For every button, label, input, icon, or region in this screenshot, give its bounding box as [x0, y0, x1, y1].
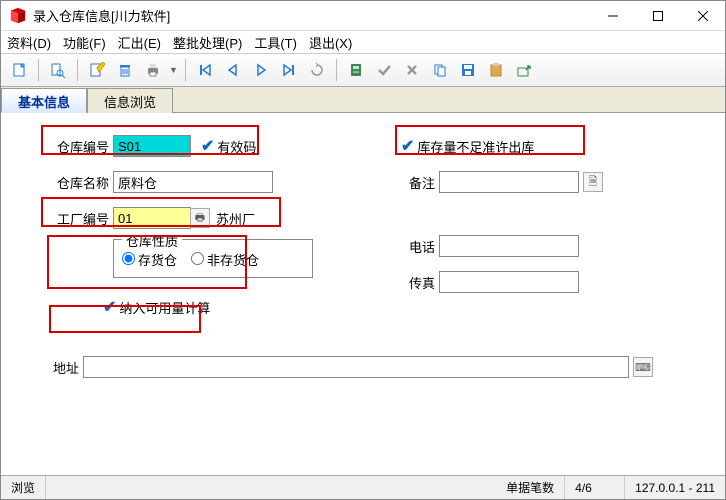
checkbox-include-calc[interactable]: 纳入可用量计算 — [119, 298, 210, 317]
check-icon[interactable]: ✔ — [201, 136, 214, 156]
menu-batch[interactable]: 整批处理(P) — [173, 33, 242, 52]
refresh-icon[interactable] — [305, 58, 329, 82]
cancel-icon[interactable] — [400, 58, 424, 82]
legend-nature: 仓库性质 — [122, 231, 182, 250]
close-button[interactable] — [680, 1, 725, 30]
menu-data[interactable]: 资料(D) — [7, 33, 51, 52]
label-remark: 备注 — [401, 173, 435, 192]
input-factory[interactable] — [113, 207, 191, 229]
last-icon[interactable] — [277, 58, 301, 82]
calc-icon[interactable] — [344, 58, 368, 82]
edit-icon[interactable] — [85, 58, 109, 82]
menu-tools[interactable]: 工具(T) — [254, 33, 297, 52]
label-fax: 传真 — [401, 273, 435, 292]
clipboard-icon[interactable] — [484, 58, 508, 82]
menu-function[interactable]: 功能(F) — [63, 33, 106, 52]
confirm-icon[interactable] — [372, 58, 396, 82]
first-icon[interactable] — [193, 58, 217, 82]
input-addr[interactable] — [83, 356, 629, 378]
checkbox-shortage-allow[interactable]: 库存量不足准许出库 — [417, 137, 534, 156]
new-icon[interactable] — [7, 58, 31, 82]
menu-export[interactable]: 汇出(E) — [118, 33, 161, 52]
radio-nonstock[interactable]: 非存货仓 — [191, 250, 259, 269]
app-icon — [9, 7, 27, 25]
check-icon[interactable]: ✔ — [401, 136, 414, 156]
tab-basic-info[interactable]: 基本信息 — [1, 88, 87, 113]
copy-icon[interactable] — [428, 58, 452, 82]
status-count-label: 单据笔数 — [496, 476, 565, 499]
window-title: 录入仓库信息[川力软件] — [33, 6, 590, 25]
checkbox-valid-code[interactable]: 有效码 — [217, 137, 256, 156]
label-phone: 电话 — [401, 237, 435, 256]
tab-browse-info[interactable]: 信息浏览 — [87, 88, 173, 113]
next-icon[interactable] — [249, 58, 273, 82]
factory-name-text: 苏州厂 — [216, 209, 255, 228]
delete-icon[interactable] — [113, 58, 137, 82]
label-code: 仓库编号 — [45, 137, 109, 156]
status-bar: 浏览 单据笔数 4/6 127.0.0.1 - 211 — [1, 475, 725, 499]
status-host: 127.0.0.1 - 211 — [625, 476, 725, 499]
save-icon[interactable] — [456, 58, 480, 82]
label-addr: 地址 — [39, 358, 79, 377]
input-fax[interactable] — [439, 271, 579, 293]
fieldset-nature: 仓库性质 存货仓 非存货仓 — [113, 239, 313, 278]
print-icon[interactable] — [141, 58, 165, 82]
menu-bar: 资料(D) 功能(F) 汇出(E) 整批处理(P) 工具(T) 退出(X) — [1, 31, 725, 53]
preview-icon[interactable] — [46, 58, 70, 82]
status-mode: 浏览 — [1, 476, 46, 499]
toolbar: ▼ — [1, 53, 725, 87]
tab-strip: 基本信息 信息浏览 — [1, 87, 725, 113]
menu-exit[interactable]: 退出(X) — [309, 33, 352, 52]
minimize-button[interactable] — [590, 1, 635, 30]
input-name[interactable] — [113, 171, 273, 193]
status-count-value: 4/6 — [565, 476, 625, 499]
label-factory: 工厂编号 — [45, 209, 109, 228]
input-code[interactable] — [113, 135, 191, 157]
input-remark[interactable] — [439, 171, 579, 193]
check-icon[interactable]: ✔ — [103, 297, 116, 317]
lookup-remark-icon[interactable]: 🗎 — [583, 172, 603, 192]
maximize-button[interactable] — [635, 1, 680, 30]
label-name: 仓库名称 — [45, 173, 109, 192]
prev-icon[interactable] — [221, 58, 245, 82]
form-panel: 仓库编号 ✔ 有效码 仓库名称 工厂编号 🖶 苏州厂 仓库性质 存货仓 非存货仓… — [1, 113, 725, 453]
radio-stock[interactable]: 存货仓 — [122, 250, 177, 269]
export-icon[interactable] — [512, 58, 536, 82]
lookup-factory-icon[interactable]: 🖶 — [190, 208, 210, 228]
input-phone[interactable] — [439, 235, 579, 257]
keyboard-icon[interactable]: ⌨ — [633, 357, 653, 377]
